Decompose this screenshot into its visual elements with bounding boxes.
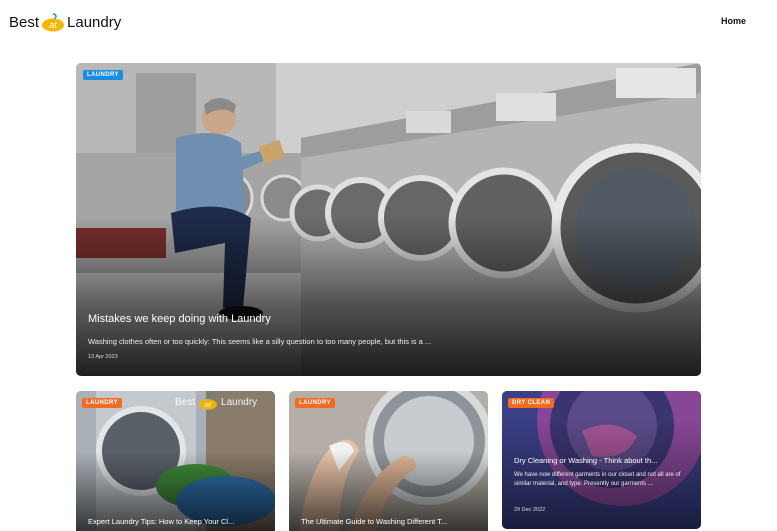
category-badge[interactable]: Laundry xyxy=(82,398,122,408)
watermark-mark-text: at xyxy=(205,400,212,409)
featured-date: 13 Apr 2023 xyxy=(88,354,118,360)
post-card[interactable]: Dry Clean Dry Cleaning or Washing - Thin… xyxy=(502,391,701,529)
card-date: 29 Dec 2022 xyxy=(514,507,546,513)
category-badge[interactable]: Laundry xyxy=(295,398,335,408)
hanger-logo-icon: at xyxy=(199,394,218,410)
logo-text-laundry: Laundry xyxy=(67,13,122,31)
site-header: Best at Laundry Home xyxy=(0,0,777,44)
nav-home-link[interactable]: Home xyxy=(721,16,746,26)
card-excerpt: We have now different garments in our cl… xyxy=(514,472,681,487)
site-logo[interactable]: Best at Laundry xyxy=(9,11,121,33)
hanger-logo-icon: at xyxy=(40,11,66,33)
card-title[interactable]: The Ultimate Guide to Washing Different … xyxy=(301,517,447,526)
watermark-logo: Best at Laundry xyxy=(175,393,257,411)
category-badge[interactable]: Laundry xyxy=(83,70,123,80)
watermark-text-best: Best xyxy=(175,396,196,408)
hero-overlay xyxy=(76,216,701,376)
post-card[interactable]: Best at Laundry Laundry Expert Laundry T… xyxy=(76,391,275,531)
card-title[interactable]: Dry Cleaning or Washing - Think about th… xyxy=(514,456,657,465)
category-badge[interactable]: Dry Clean xyxy=(508,398,555,408)
logo-text-best: Best xyxy=(9,13,40,31)
card-title[interactable]: Expert Laundry Tips: How to Keep Your Cl… xyxy=(88,517,234,526)
post-card[interactable]: Laundry The Ultimate Guide to Washing Di… xyxy=(289,391,488,531)
featured-excerpt: Washing clothes often or too quickly: Th… xyxy=(88,337,432,346)
featured-post[interactable]: Laundry Mistakes we keep doing with Laun… xyxy=(76,63,701,376)
watermark-text-laundry: Laundry xyxy=(221,396,258,408)
logo-mark-text: at xyxy=(49,20,57,30)
featured-title[interactable]: Mistakes we keep doing with Laundry xyxy=(88,313,271,325)
